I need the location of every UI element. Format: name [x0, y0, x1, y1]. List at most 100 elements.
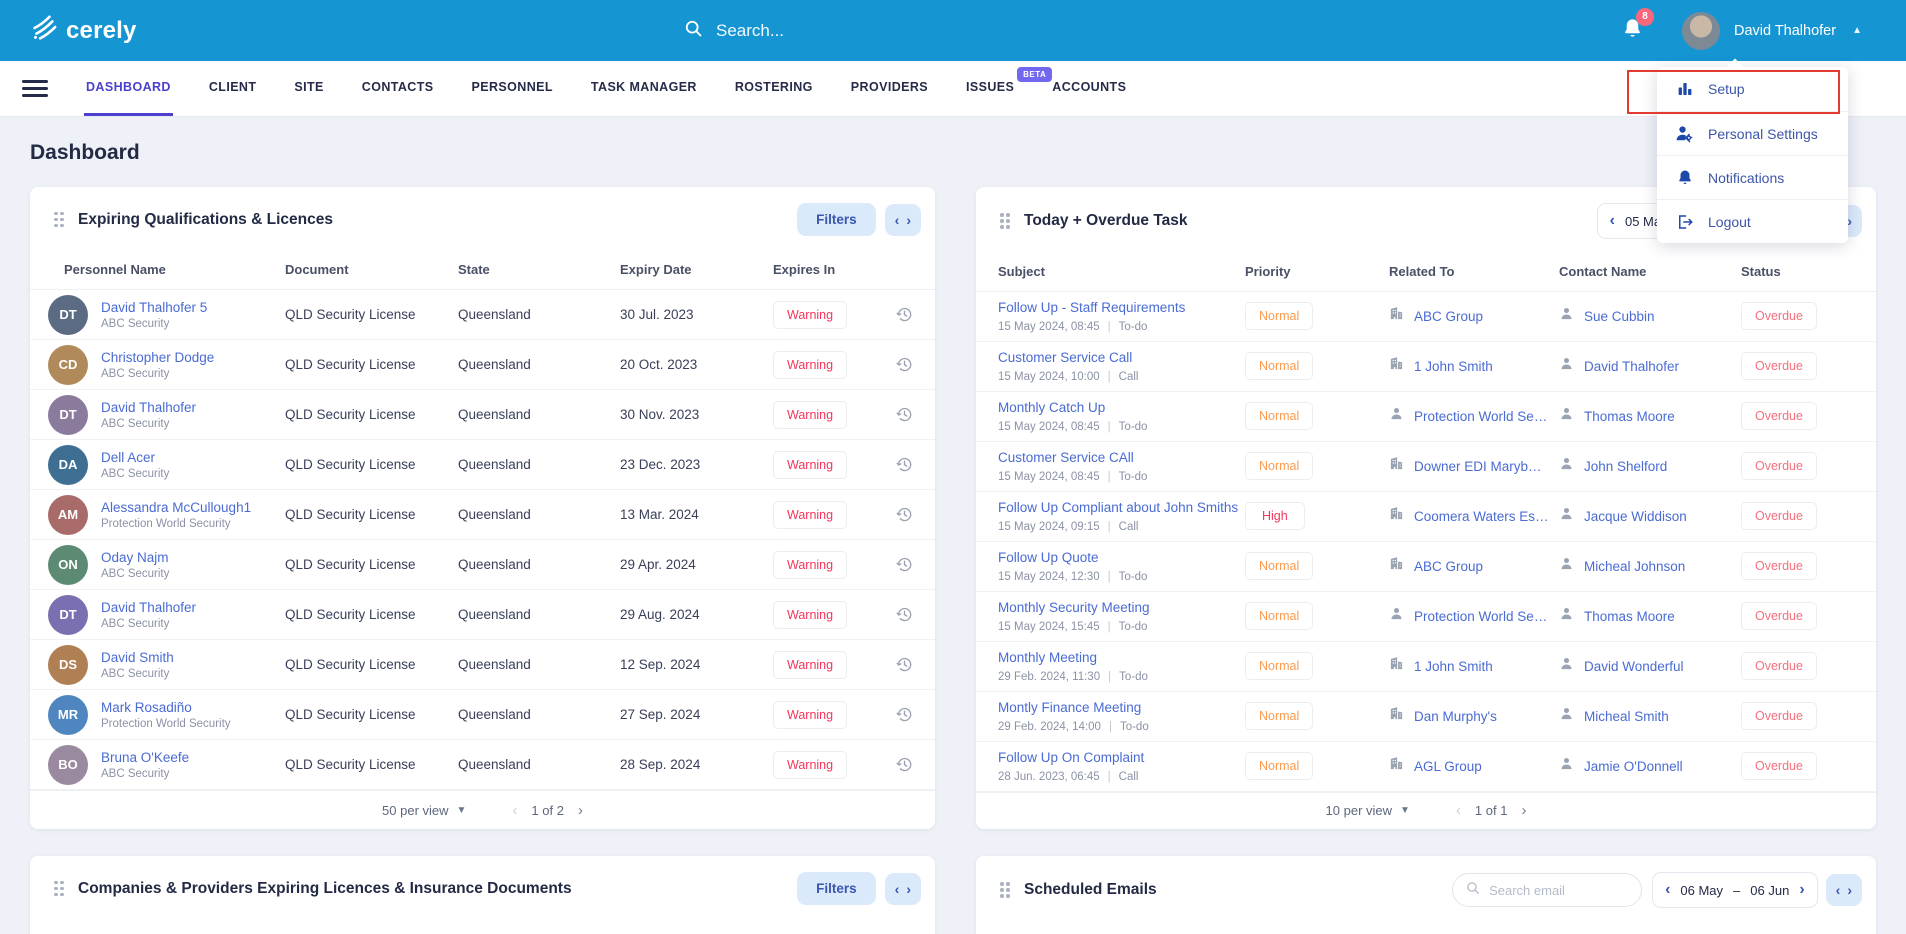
history-icon[interactable] — [895, 305, 914, 324]
tab-accounts[interactable]: ACCOUNTS — [1050, 61, 1128, 116]
chevron-right-icon[interactable]: › — [906, 212, 911, 228]
history-icon[interactable] — [895, 555, 914, 574]
related-to-link[interactable]: ABC Group — [1414, 309, 1483, 324]
filters-button[interactable]: Filters — [797, 872, 876, 905]
subject-link[interactable]: Montly Finance Meeting — [998, 700, 1141, 715]
personnel-name-link[interactable]: David Thalhofer — [101, 600, 196, 615]
page-prev-icon[interactable]: ‹ — [512, 802, 517, 819]
subject-link[interactable]: Customer Service Call — [998, 350, 1132, 365]
contact-name-link[interactable]: Jacque Widdison — [1584, 509, 1687, 524]
related-to-link[interactable]: Protection World Sec... — [1414, 609, 1549, 624]
personnel-name-link[interactable]: David Thalhofer — [101, 400, 196, 415]
chevron-left-icon[interactable]: ‹ — [1836, 882, 1841, 898]
related-to-link[interactable]: Coomera Waters Est... — [1414, 509, 1549, 524]
search-input[interactable] — [716, 21, 936, 41]
subject-link[interactable]: Follow Up On Complaint — [998, 750, 1144, 765]
history-icon[interactable] — [895, 605, 914, 624]
subject-link[interactable]: Follow Up - Staff Requirements — [998, 300, 1185, 315]
personnel-name-link[interactable]: David Thalhofer 5 — [101, 300, 207, 315]
page-next-icon[interactable]: › — [1521, 802, 1526, 819]
related-to-link[interactable]: AGL Group — [1414, 759, 1482, 774]
tab-client[interactable]: CLIENT — [207, 61, 259, 116]
drag-handle-icon[interactable] — [54, 881, 64, 897]
panel-nav-chevrons[interactable]: ‹› — [1826, 874, 1862, 906]
hamburger-menu-icon[interactable] — [22, 61, 48, 116]
brand[interactable]: cerely — [28, 13, 137, 48]
related-to-link[interactable]: 1 John Smith — [1414, 659, 1493, 674]
contact-name-link[interactable]: Micheal Smith — [1584, 709, 1669, 724]
related-to-link[interactable]: Protection World Sec... — [1414, 409, 1549, 424]
chevron-right-icon[interactable]: › — [1847, 882, 1852, 898]
tab-rostering[interactable]: ROSTERING — [733, 61, 815, 116]
email-search-input[interactable] — [1489, 883, 1619, 898]
history-icon[interactable] — [895, 755, 914, 774]
chevron-left-icon[interactable]: ‹ — [895, 212, 900, 228]
tab-dashboard[interactable]: DASHBOARD — [84, 61, 173, 116]
tab-personnel[interactable]: PERSONNEL — [470, 61, 555, 116]
history-icon[interactable] — [895, 355, 914, 374]
drag-handle-icon[interactable] — [54, 212, 64, 228]
chevron-right-icon[interactable]: › — [1799, 881, 1804, 899]
page-prev-icon[interactable]: ‹ — [1456, 802, 1461, 819]
personnel-name-link[interactable]: Bruna O'Keefe — [101, 750, 189, 765]
subject-link[interactable]: Monthly Catch Up — [998, 400, 1105, 415]
tab-contacts[interactable]: CONTACTS — [360, 61, 436, 116]
chevron-left-icon[interactable]: ‹ — [1665, 881, 1670, 899]
menu-item-setup[interactable]: Setup — [1657, 67, 1848, 111]
drag-handle-icon[interactable] — [1000, 213, 1010, 229]
tab-site[interactable]: SITE — [292, 61, 325, 116]
email-date-range-selector[interactable]: ‹ 06 May – 06 Jun › — [1652, 872, 1818, 908]
page-next-icon[interactable]: › — [578, 802, 583, 819]
contact-name-link[interactable]: Jamie O'Donnell — [1584, 759, 1683, 774]
menu-item-logout[interactable]: Logout — [1657, 199, 1848, 243]
contact-name-link[interactable]: John Shelford — [1584, 459, 1667, 474]
menu-item-personal-settings[interactable]: Personal Settings — [1657, 111, 1848, 155]
user-avatar[interactable] — [1682, 12, 1720, 50]
contact-name-link[interactable]: David Thalhofer — [1584, 359, 1679, 374]
contact-name-link[interactable]: Sue Cubbin — [1584, 309, 1655, 324]
personnel-name-link[interactable]: Dell Acer — [101, 450, 169, 465]
contact-name-link[interactable]: Thomas Moore — [1584, 409, 1675, 424]
subject-link[interactable]: Follow Up Compliant about John Smiths — [998, 500, 1238, 515]
chevron-left-icon[interactable]: ‹ — [1610, 212, 1615, 230]
caret-up-icon[interactable]: ▲ — [1852, 25, 1862, 36]
notifications-button[interactable]: 8 — [1621, 17, 1644, 45]
chevron-right-icon[interactable]: › — [906, 881, 911, 897]
chevron-right-icon[interactable]: › — [1847, 213, 1852, 229]
per-view-dropdown[interactable]: 50 per view ▼ — [382, 803, 466, 818]
history-icon[interactable] — [895, 455, 914, 474]
subject-link[interactable]: Monthly Security Meeting — [998, 600, 1150, 615]
related-to-link[interactable]: Dan Murphy's — [1414, 709, 1497, 724]
related-to-link[interactable]: Downer EDI Marybor... — [1414, 459, 1549, 474]
global-search[interactable] — [683, 0, 936, 61]
history-icon[interactable] — [895, 405, 914, 424]
personnel-name-link[interactable]: Oday Najm — [101, 550, 169, 565]
history-icon[interactable] — [895, 705, 914, 724]
email-search[interactable] — [1452, 873, 1642, 907]
panel-nav-chevrons[interactable]: ‹› — [885, 204, 921, 236]
history-icon[interactable] — [895, 655, 914, 674]
personnel-name-link[interactable]: David Smith — [101, 650, 174, 665]
filters-button[interactable]: Filters — [797, 203, 876, 236]
chevron-left-icon[interactable]: ‹ — [895, 881, 900, 897]
contact-name-link[interactable]: David Wonderful — [1584, 659, 1684, 674]
tab-providers[interactable]: PROVIDERS — [849, 61, 930, 116]
menu-item-notifications[interactable]: Notifications — [1657, 155, 1848, 199]
related-to-link[interactable]: 1 John Smith — [1414, 359, 1493, 374]
history-icon[interactable] — [895, 505, 914, 524]
subject-link[interactable]: Customer Service CAll — [998, 450, 1134, 465]
subject-link[interactable]: Follow Up Quote — [998, 550, 1099, 565]
personnel-name-link[interactable]: Christopher Dodge — [101, 350, 214, 365]
tab-task-manager[interactable]: TASK MANAGER — [589, 61, 699, 116]
contact-name-link[interactable]: Micheal Johnson — [1584, 559, 1685, 574]
personnel-name-link[interactable]: Alessandra McCullough1 — [101, 500, 251, 515]
tab-issues[interactable]: ISSUESBETA — [964, 61, 1016, 116]
personnel-name-link[interactable]: Mark Rosadiño — [101, 700, 231, 715]
panel-nav-chevrons[interactable]: ‹› — [885, 873, 921, 905]
subject-link[interactable]: Monthly Meeting — [998, 650, 1097, 665]
drag-handle-icon[interactable] — [1000, 882, 1010, 898]
related-to-link[interactable]: ABC Group — [1414, 559, 1483, 574]
per-view-dropdown[interactable]: 10 per view ▼ — [1326, 803, 1410, 818]
contact-name-link[interactable]: Thomas Moore — [1584, 609, 1675, 624]
user-name[interactable]: David Thalhofer — [1734, 23, 1836, 39]
